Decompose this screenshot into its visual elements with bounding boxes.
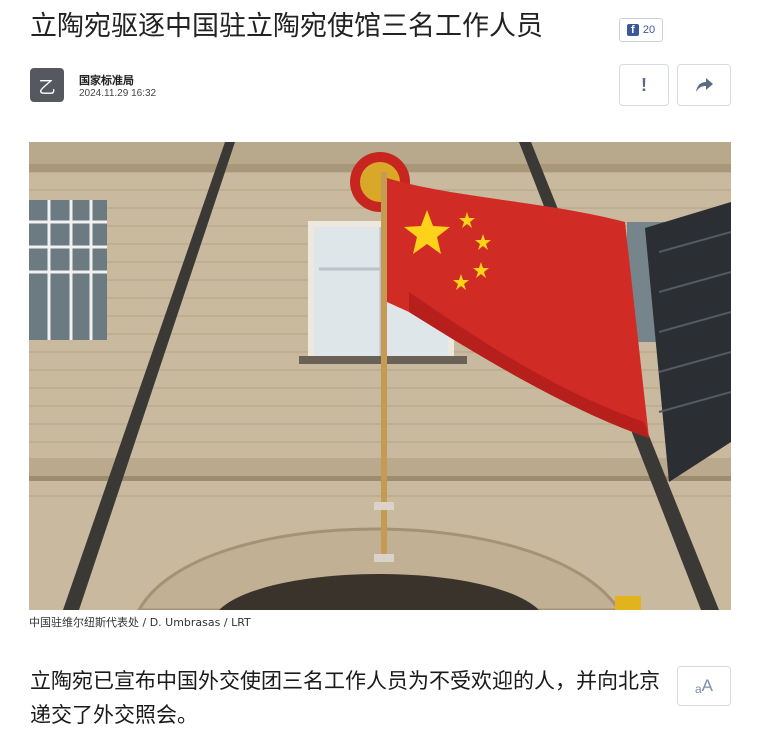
- photo-caption: 中国驻维尔纽斯代表处 / D. Umbrasas / LRT: [29, 616, 251, 629]
- exclamation-icon: !: [641, 74, 647, 95]
- author-avatar[interactable]: 乙: [30, 68, 64, 102]
- font-size-toggle[interactable]: a A: [677, 666, 731, 706]
- share-button[interactable]: [677, 64, 731, 106]
- report-button[interactable]: !: [619, 64, 669, 106]
- author-name[interactable]: 国家标准局: [79, 72, 134, 88]
- share-count: 20: [642, 24, 656, 36]
- article-title: 立陶宛驱逐中国驻立陶宛使馆三名工作人员: [30, 11, 543, 42]
- font-small-glyph: a: [694, 682, 702, 696]
- facebook-share-button[interactable]: f 20: [619, 18, 663, 42]
- publish-date: 2024.11.29 16:32: [79, 88, 157, 99]
- font-large-glyph: A: [701, 676, 714, 695]
- article-lead: 立陶宛已宣布中国外交使团三名工作人员为不受欢迎的人，并向北京递交了外交照会。: [30, 669, 660, 727]
- article-photo[interactable]: [29, 142, 731, 610]
- facebook-icon: f: [626, 24, 639, 36]
- avatar-letter: 乙: [38, 77, 56, 98]
- share-arrow-icon: [696, 78, 713, 92]
